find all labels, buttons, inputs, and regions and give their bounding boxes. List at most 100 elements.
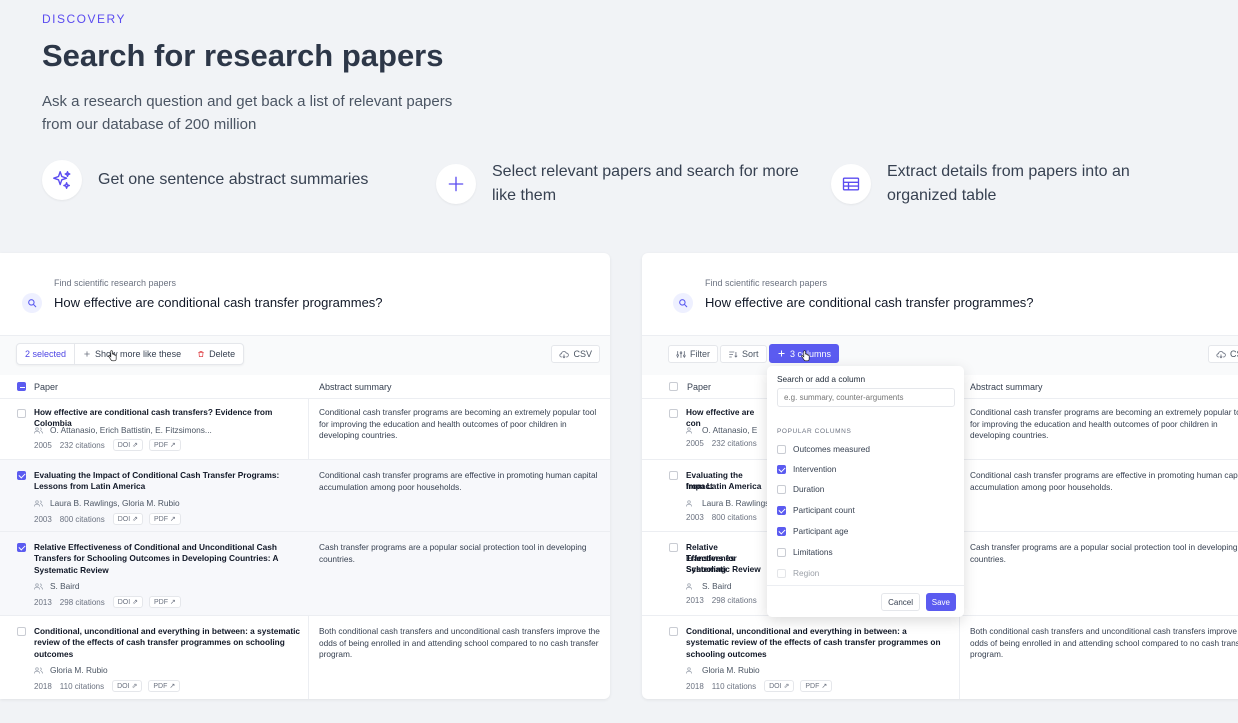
doi-link[interactable]: DOI ⇗	[112, 596, 143, 608]
authors-text: O. Attanasio, E	[702, 425, 758, 435]
delete-label: Delete	[209, 349, 236, 359]
column-checkbox[interactable]	[777, 568, 786, 578]
columns-label: 3 columns	[790, 348, 832, 359]
page-subtitle: Ask a research question and get back a l…	[42, 93, 453, 133]
column-checkbox[interactable]	[777, 484, 786, 494]
authors-text: Gloria M. Rubio	[702, 665, 760, 675]
paper-meta: 2013 298 citations DOI ⇗ PDF ↗	[34, 596, 187, 608]
paper-title[interactable]: Conditional, unconditional and everythin…	[686, 626, 948, 660]
users-icon	[34, 666, 43, 674]
doi-label: DOI	[117, 516, 131, 523]
abstract-summary: Conditional cash transfer programs are e…	[319, 470, 598, 492]
filter-label: Filter	[690, 349, 710, 359]
row-checkbox[interactable]	[669, 409, 678, 418]
search-input[interactable]: How effective are conditional cash trans…	[54, 295, 383, 310]
plus-icon	[84, 351, 90, 357]
paper-title[interactable]: Evaluating the Impact of Conditional Cas…	[34, 470, 300, 493]
paper-year: 2013	[34, 597, 52, 607]
users-icon	[686, 426, 692, 434]
table-row[interactable]: How effective are conditional cash trans…	[0, 399, 610, 460]
users-icon	[34, 582, 43, 590]
feature-more-like-these: Select relevant papers and search for mo…	[436, 160, 812, 208]
column-option-intervention[interactable]: Intervention	[777, 464, 836, 474]
column-checkbox[interactable]	[777, 464, 786, 474]
sliders-icon	[676, 350, 686, 358]
option-label: Outcomes measured	[793, 444, 871, 454]
row-checkbox[interactable]	[17, 409, 26, 418]
paper-title[interactable]: Relative Effectiveness of Conditional an…	[34, 542, 300, 576]
trash-icon	[198, 350, 204, 358]
doi-label: DOI	[117, 599, 131, 606]
row-checkbox[interactable]	[17, 543, 26, 552]
column-option-region[interactable]: Region	[777, 568, 819, 578]
paper-meta: 2005 232 citations DOI ⇗ PDF ↗	[34, 439, 187, 451]
doi-link[interactable]: DOI ⇗	[764, 680, 795, 692]
pdf-link[interactable]: PDF ↗	[148, 513, 181, 525]
pdf-label: PDF	[153, 683, 168, 690]
doi-link[interactable]: DOI ⇗	[112, 439, 143, 451]
save-button[interactable]: Save	[925, 593, 956, 611]
authors-text: S. Baird	[702, 581, 732, 591]
show-more-button[interactable]: Show more like these	[75, 344, 189, 364]
feature-text: Get one sentence abstract summaries	[98, 171, 369, 188]
column-checkbox[interactable]	[777, 526, 786, 536]
table-row[interactable]: Evaluating the Impact of Conditional Cas…	[0, 460, 610, 532]
doi-label: DOI	[769, 683, 782, 690]
column-checkbox[interactable]	[777, 505, 786, 515]
cursor-hand-icon	[801, 350, 810, 362]
authors-text: O. Attanasio, Erich Battistin, E. Fitzsi…	[50, 425, 212, 435]
column-option-participant-age[interactable]: Participant age	[777, 526, 848, 536]
csv-download-button[interactable]: CSV	[1208, 345, 1238, 363]
paper-year: 2018	[686, 681, 704, 691]
filter-button[interactable]: Filter	[668, 345, 718, 363]
paper-authors: O. Attanasio, E	[686, 425, 757, 435]
cursor-hand-icon	[108, 350, 117, 362]
option-label: Region	[793, 568, 820, 578]
select-all-checkbox[interactable]	[669, 382, 678, 391]
paper-year: 2013	[686, 596, 704, 605]
delete-button[interactable]: Delete	[189, 344, 243, 364]
cancel-button[interactable]: Cancel	[881, 593, 920, 611]
table-row[interactable]: Relative Effectiveness of Conditional an…	[0, 532, 610, 616]
authors-text: S. Baird	[50, 581, 80, 591]
column-checkbox[interactable]	[777, 444, 786, 454]
table-row[interactable]: Conditional, unconditional and everythin…	[642, 616, 1238, 699]
column-option-limitations[interactable]: Limitations	[777, 547, 833, 557]
doi-link[interactable]: DOI ⇗	[112, 513, 143, 525]
pdf-link[interactable]: PDF ↗	[148, 596, 181, 608]
page-title: Search for research papers	[42, 38, 444, 73]
dropdown-footer: Cancel Save	[767, 585, 964, 617]
column-option-duration[interactable]: Duration	[777, 484, 824, 494]
table-icon	[831, 164, 871, 204]
search-input[interactable]: How effective are conditional cash trans…	[705, 295, 1034, 310]
sparkles-icon	[42, 160, 82, 200]
paper-title[interactable]: Conditional, unconditional and everythin…	[34, 626, 300, 660]
select-all-checkbox[interactable]	[17, 382, 26, 391]
pdf-link[interactable]: PDF ↗	[148, 439, 181, 451]
abstract-summary: Conditional cash transfer programs are b…	[319, 407, 597, 441]
doi-link[interactable]: DOI ⇗	[112, 680, 143, 692]
column-checkbox[interactable]	[777, 547, 786, 557]
results-card-selection: Find scientific research papers How effe…	[0, 253, 610, 699]
column-option-participant-count[interactable]: Participant count	[777, 505, 855, 515]
row-checkbox[interactable]	[669, 471, 678, 480]
authors-text: Laura B. Rawlings, Gloria M. Rubio	[50, 498, 180, 508]
table-row[interactable]: Conditional, unconditional and everythin…	[0, 616, 610, 699]
search-label: Find scientific research papers	[705, 278, 828, 288]
row-checkbox[interactable]	[669, 627, 678, 636]
paper-year: 2005	[686, 439, 704, 448]
pdf-link[interactable]: PDF ↗	[800, 680, 833, 692]
csv-download-button[interactable]: CSV	[551, 345, 600, 363]
row-checkbox[interactable]	[669, 543, 678, 552]
row-checkbox[interactable]	[17, 627, 26, 636]
column-option-outcomes[interactable]: Outcomes measured	[777, 444, 870, 454]
sort-icon	[729, 351, 738, 358]
pdf-link[interactable]: PDF ↗	[148, 680, 181, 692]
sort-button[interactable]: Sort	[720, 345, 767, 363]
abstract-summary: Both conditional cash transfers and unco…	[970, 626, 1238, 660]
selected-count[interactable]: 2 selected	[17, 344, 76, 364]
column-search-input[interactable]	[777, 388, 955, 407]
paper-authors: Laura B. Rawlings, Gloria M. Rubio	[34, 498, 180, 508]
row-checkbox[interactable]	[17, 471, 26, 480]
abstract-summary: Cash transfer programs are a popular soc…	[970, 542, 1238, 564]
